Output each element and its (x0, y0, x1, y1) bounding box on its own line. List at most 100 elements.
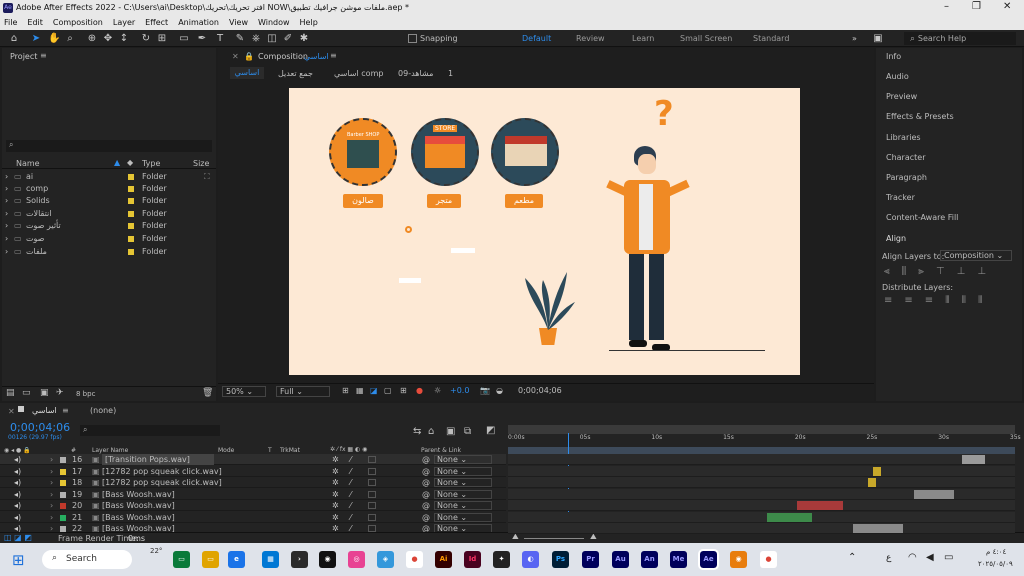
panel-preview[interactable]: Preview (886, 92, 917, 101)
show-channel-icon[interactable]: ● (416, 386, 423, 395)
parent-pickwhip-icon[interactable]: @ (422, 477, 430, 488)
audio-toggle-icon[interactable]: ◂) (14, 489, 21, 500)
snapping-checkbox[interactable] (408, 34, 417, 43)
terminal-icon[interactable]: › (291, 551, 308, 568)
workspace-small-screen[interactable]: Small Screen (680, 34, 732, 43)
layer-track[interactable] (508, 488, 1015, 500)
parent-select[interactable]: None ⌄ (434, 489, 492, 499)
effect-switch[interactable] (368, 525, 376, 532)
menu-view[interactable]: View (229, 16, 248, 30)
show-snapshot-icon[interactable]: ◒ (496, 386, 503, 395)
magnification-select[interactable]: 50% ⌄ (222, 386, 266, 397)
column-parent[interactable]: Parent & Link (421, 447, 461, 454)
toggle-switches-icon[interactable]: ◫ ◪ ◩ (4, 533, 32, 542)
resolution-select[interactable]: Full ⌄ (276, 386, 330, 397)
grid-guides-icon[interactable]: ⊞ (400, 386, 407, 395)
align-to-select[interactable]: Composition ⌄ (940, 250, 1012, 261)
shy-switch-icon[interactable]: ✲ (332, 477, 339, 488)
interpret-footage-icon[interactable]: ▤ (6, 388, 15, 398)
panel-content-aware-fill[interactable]: Content-Aware Fill (886, 213, 958, 222)
quality-switch-icon[interactable]: ⁄ (350, 500, 351, 511)
menu-effect[interactable]: Effect (145, 16, 168, 30)
align-top-icon[interactable]: ⊤ (936, 266, 945, 278)
workspace-learn[interactable]: Learn (632, 34, 654, 43)
align-center-v-icon[interactable]: ⊥ (957, 266, 966, 278)
effect-switch[interactable] (368, 479, 376, 486)
layer-name[interactable]: [Transition Pops.wav] (102, 454, 214, 465)
layer-label-color[interactable] (60, 480, 66, 486)
fast-previews-icon[interactable]: ⊞ (342, 386, 349, 395)
expand-arrow-icon[interactable]: › (50, 500, 53, 511)
blender-icon[interactable]: ◉ (730, 551, 747, 568)
layer-label-color[interactable] (60, 491, 66, 498)
quality-switch-icon[interactable]: ⁄ (350, 512, 351, 523)
folder-icon[interactable]: ▭ (202, 551, 219, 568)
battery-icon[interactable]: ▭ (944, 552, 953, 563)
panel-menu-icon[interactable]: ≡ (62, 406, 69, 415)
layer-search-input[interactable]: ⌕ (80, 425, 220, 436)
panel-menu-icon[interactable]: ≡ (40, 51, 47, 60)
quality-switch-icon[interactable]: ⁄ (350, 489, 351, 500)
panel-tracker[interactable]: Tracker (886, 193, 915, 202)
layer-name[interactable]: [12782 pop squeak click.wav] (102, 477, 222, 488)
layer-label-color[interactable] (60, 503, 66, 509)
menu-layer[interactable]: Layer (113, 16, 135, 30)
flowchart-icon[interactable]: ⛶ (204, 171, 210, 183)
windows-start-icon[interactable]: ⊞ (12, 551, 25, 569)
premiere-icon[interactable]: Pr (582, 551, 599, 568)
layer-track[interactable] (508, 500, 1015, 511)
layer-row[interactable]: ◂) › 16 ▣ [Transition Pops.wav] ✲ ⁄ @ None ⌄ (0, 454, 506, 465)
column-mode[interactable]: Mode (218, 447, 234, 454)
distribute-bottom-icon[interactable]: ≡ (925, 295, 933, 307)
parent-pickwhip-icon[interactable]: @ (422, 489, 430, 500)
breadcrumb-5[interactable]: 1 (448, 69, 453, 78)
app-icon[interactable]: ◎ (348, 551, 365, 568)
layer-duration-bar[interactable] (913, 489, 955, 499)
parent-select[interactable]: None ⌄ (434, 466, 492, 476)
more-workspaces-icon[interactable]: » (852, 34, 857, 43)
file-explorer-icon[interactable]: ▭ (173, 551, 190, 568)
illustrator-icon[interactable]: Ai (435, 551, 452, 568)
close-timeline-icon[interactable]: ✕ (8, 407, 15, 416)
frame-blending-icon[interactable]: ⧉ (464, 426, 471, 437)
align-bottom-icon[interactable]: ⊥ (977, 266, 986, 278)
expand-arrow-icon[interactable]: › (50, 489, 53, 500)
parent-pickwhip-icon[interactable]: @ (422, 512, 430, 523)
breadcrumb-current[interactable]: اساسي (230, 67, 264, 79)
timeline-timecode[interactable]: 0;00;04;06 (10, 421, 70, 434)
clock-time[interactable]: ٤:٠٤ م (986, 548, 1006, 556)
panel-paragraph[interactable]: Paragraph (886, 173, 927, 182)
project-item-sound-effect[interactable]: › ▭ تأثير صوت Folder (2, 220, 216, 232)
quality-switch-icon[interactable]: ⁄ (350, 477, 351, 488)
align-right-icon[interactable]: ⫸ (918, 266, 924, 278)
breadcrumb-2[interactable]: جمع تعديل (278, 69, 313, 78)
effect-switch[interactable] (368, 502, 376, 509)
layer-duration-bar[interactable] (796, 501, 843, 510)
parent-select[interactable]: None ⌄ (434, 455, 492, 464)
panel-align[interactable]: Align (886, 234, 906, 243)
layer-name[interactable]: [Bass Woosh.wav] (102, 500, 175, 511)
pan-tool-icon[interactable]: ✥ (102, 33, 114, 44)
clock-date[interactable]: ٢٠٢٥/٠٥/٠٩ (978, 560, 1013, 568)
effect-switch[interactable] (368, 456, 376, 463)
expand-arrow-icon[interactable]: › (50, 466, 53, 477)
puppet-tool-icon[interactable]: ✱ (298, 33, 310, 44)
project-search-input[interactable]: ⌕ (6, 140, 212, 152)
column-t[interactable]: T (268, 447, 272, 454)
graph-editor-icon[interactable]: ◩ (486, 425, 495, 436)
expand-arrow-icon[interactable]: › (50, 454, 53, 465)
pen-tool-icon[interactable]: ✒ (196, 33, 208, 44)
tray-chevron-icon[interactable]: ⌃ (848, 552, 856, 563)
layer-row[interactable]: ◂) › 17 ▣ [12782 pop squeak click.wav] ✲ ⁄ @ Non… (0, 466, 506, 477)
shy-switch-icon[interactable]: ✲ (332, 500, 339, 511)
mask-visibility-icon[interactable]: ◪ (370, 386, 378, 395)
distribute-right-icon[interactable]: ⦀ (978, 295, 982, 307)
layer-row[interactable]: ◂) › 21 ▣ [Bass Woosh.wav] ✲ ⁄ @ None ⌄ (0, 512, 506, 523)
shy-switch-icon[interactable]: ✲ (332, 512, 339, 523)
range-bar[interactable] (508, 447, 1015, 454)
composition-canvas[interactable]: Barber SHOP STORE صالون متجر مطعم ? (289, 88, 800, 375)
region-of-interest-icon[interactable]: ▢ (384, 386, 392, 395)
sort-ascending-icon[interactable]: ▲ (114, 158, 120, 167)
audio-toggle-icon[interactable]: ◂) (14, 466, 21, 477)
disclosure-arrow-icon[interactable]: › (5, 195, 8, 207)
